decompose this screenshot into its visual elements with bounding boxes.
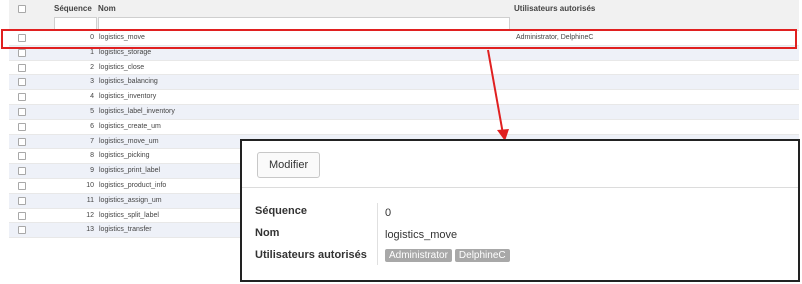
sequence-field-value: 0: [385, 207, 392, 219]
nom-field-label: Nom: [255, 227, 280, 239]
field-separator: [377, 203, 378, 265]
users-tags: Administrator DelphineC: [385, 249, 513, 262]
record-detail-panel: Modifier Séquence 0 Nom logistics_move U…: [240, 139, 800, 282]
user-tag: Administrator: [385, 249, 452, 262]
users-field-label: Utilisateurs autorisés: [255, 249, 367, 261]
sequence-field-label: Séquence: [255, 205, 307, 217]
user-tag: DelphineC: [454, 249, 510, 262]
modify-button[interactable]: Modifier: [257, 152, 321, 178]
detail-toolbar: Modifier: [242, 141, 798, 188]
nom-field-value: logistics_move: [385, 229, 458, 241]
